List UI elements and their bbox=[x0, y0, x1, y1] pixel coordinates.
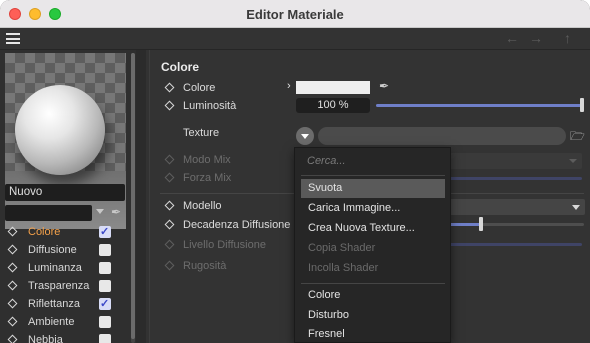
channel-checkbox[interactable] bbox=[99, 334, 111, 343]
property-label: Livello Diffusione bbox=[183, 239, 266, 251]
panel-divider[interactable] bbox=[136, 50, 146, 343]
channel-checkbox[interactable] bbox=[99, 316, 111, 328]
channel-filter-input[interactable] bbox=[5, 205, 92, 221]
channel-checkbox[interactable] bbox=[99, 262, 111, 274]
property-label: Modo Mix bbox=[183, 154, 231, 166]
channel-checkbox[interactable] bbox=[99, 280, 111, 292]
slider-handle[interactable] bbox=[479, 217, 483, 231]
brightness-slider[interactable] bbox=[376, 104, 583, 107]
menu-search-field[interactable]: Cerca... bbox=[307, 155, 346, 167]
channel-label: Ambiente bbox=[28, 316, 75, 328]
slider-handle[interactable] bbox=[580, 98, 584, 112]
property-label: Decadenza Diffusione bbox=[183, 219, 291, 231]
material-sidebar: Nuovo ✒ Colore Diffusione Luminanza bbox=[0, 50, 136, 343]
property-label: Texture bbox=[183, 127, 220, 139]
keyframe-diamond-icon[interactable] bbox=[164, 219, 175, 230]
channel-item[interactable]: Trasparenza bbox=[0, 277, 130, 295]
diffuse-decay-slider-rest[interactable] bbox=[482, 223, 584, 226]
toolbar: ← → ↑ bbox=[0, 28, 590, 50]
keyframe-diamond-icon bbox=[164, 260, 175, 271]
property-label: Rugosità bbox=[183, 260, 227, 272]
property-label: Modello bbox=[183, 200, 222, 212]
menu-item-paste-shader: Incolla Shader bbox=[308, 262, 379, 274]
mix-mode-dropdown bbox=[446, 153, 582, 169]
model-dropdown[interactable] bbox=[446, 199, 585, 215]
keyframe-diamond-icon[interactable] bbox=[7, 226, 18, 237]
material-editor-window: Editor Materiale ← → ↑ Nuovo ✒ Colore ✓ … bbox=[0, 0, 590, 343]
section-title: Colore bbox=[161, 60, 200, 74]
menu-item-new-texture[interactable]: Crea Nuova Texture... bbox=[301, 219, 445, 238]
keyframe-diamond-icon[interactable] bbox=[7, 298, 18, 309]
diffuse-decay-slider[interactable] bbox=[446, 223, 482, 226]
channel-filter-row: ✒ bbox=[5, 205, 127, 222]
back-arrow-icon[interactable]: ← bbox=[505, 31, 519, 45]
channel-label: Riflettanza bbox=[28, 298, 80, 310]
keyframe-diamond-icon[interactable] bbox=[7, 316, 18, 327]
sidebar-scrollbar-thumb[interactable] bbox=[131, 53, 135, 339]
up-arrow-icon[interactable]: ↑ bbox=[564, 31, 571, 45]
keyframe-diamond-icon[interactable] bbox=[164, 82, 175, 93]
menu-separator bbox=[301, 175, 445, 176]
texture-path-field[interactable] bbox=[318, 127, 566, 145]
channel-label: Trasparenza bbox=[28, 280, 90, 292]
keyframe-diamond-icon[interactable] bbox=[7, 280, 18, 291]
menu-separator bbox=[301, 283, 445, 284]
channel-checkbox[interactable] bbox=[99, 297, 111, 310]
channel-item[interactable]: Riflettanza bbox=[0, 295, 130, 313]
menu-item-load-image[interactable]: Carica Immagine... bbox=[301, 199, 445, 218]
forward-arrow-icon[interactable]: → bbox=[529, 31, 543, 45]
expand-arrow-icon[interactable]: › bbox=[287, 80, 291, 92]
material-name-field[interactable]: Nuovo bbox=[5, 184, 125, 201]
keyframe-diamond-icon[interactable] bbox=[164, 200, 175, 211]
channel-checkbox[interactable] bbox=[99, 225, 111, 238]
window-title: Editor Materiale bbox=[246, 7, 344, 22]
brightness-property: Luminosità 100 % bbox=[150, 97, 590, 115]
keyframe-diamond-icon bbox=[164, 154, 175, 165]
channel-item[interactable]: Ambiente bbox=[0, 313, 130, 331]
keyframe-diamond-icon[interactable] bbox=[7, 262, 18, 273]
property-label: Forza Mix bbox=[183, 172, 232, 184]
channel-item[interactable]: Nebbia bbox=[0, 331, 130, 343]
brightness-field[interactable]: 100 % bbox=[296, 98, 370, 113]
menu-item-shader-fresnel[interactable]: Fresnel bbox=[301, 325, 445, 343]
preview-sphere bbox=[15, 85, 105, 175]
pipette-icon[interactable]: ✒ bbox=[379, 79, 389, 93]
channel-label: Diffusione bbox=[28, 244, 77, 256]
keyframe-diamond-icon bbox=[164, 172, 175, 183]
pipette-icon[interactable]: ✒ bbox=[111, 205, 121, 219]
texture-menu-button[interactable] bbox=[296, 127, 314, 145]
property-label: Colore bbox=[183, 82, 216, 94]
diffuse-level-slider bbox=[446, 243, 582, 246]
menu-item-copy-shader: Copia Shader bbox=[308, 242, 376, 254]
menu-item-clear[interactable]: Svuota bbox=[301, 179, 445, 198]
channel-list: Colore Diffusione Luminanza Trasparenza bbox=[0, 223, 130, 343]
mix-strength-slider bbox=[446, 177, 582, 180]
material-preview[interactable] bbox=[5, 53, 126, 229]
menu-icon[interactable] bbox=[6, 33, 20, 44]
channel-label: Colore bbox=[28, 226, 61, 238]
color-swatch[interactable] bbox=[296, 81, 370, 94]
channel-label: Luminanza bbox=[28, 262, 82, 274]
keyframe-diamond-icon[interactable] bbox=[164, 100, 175, 111]
color-property: Colore › ✒ bbox=[150, 79, 590, 97]
channel-item[interactable]: Colore bbox=[0, 223, 130, 241]
menu-item-shader-color[interactable]: Colore bbox=[301, 286, 445, 305]
channel-checkbox[interactable] bbox=[99, 244, 111, 256]
keyframe-diamond-icon bbox=[164, 239, 175, 250]
channel-label: Nebbia bbox=[28, 334, 63, 343]
menu-item-shader-noise[interactable]: Disturbo bbox=[301, 306, 445, 325]
property-label: Luminosità bbox=[183, 100, 237, 112]
texture-popup-menu: Cerca... Svuota Carica Immagine... Crea … bbox=[294, 147, 451, 343]
folder-icon[interactable]: 🗁 bbox=[570, 127, 585, 148]
chevron-down-icon[interactable] bbox=[96, 209, 104, 214]
keyframe-diamond-icon[interactable] bbox=[7, 334, 18, 343]
channel-item[interactable]: Luminanza bbox=[0, 259, 130, 277]
title-bar: Editor Materiale bbox=[0, 0, 590, 28]
channel-item[interactable]: Diffusione bbox=[0, 241, 130, 259]
keyframe-diamond-icon[interactable] bbox=[7, 244, 18, 255]
